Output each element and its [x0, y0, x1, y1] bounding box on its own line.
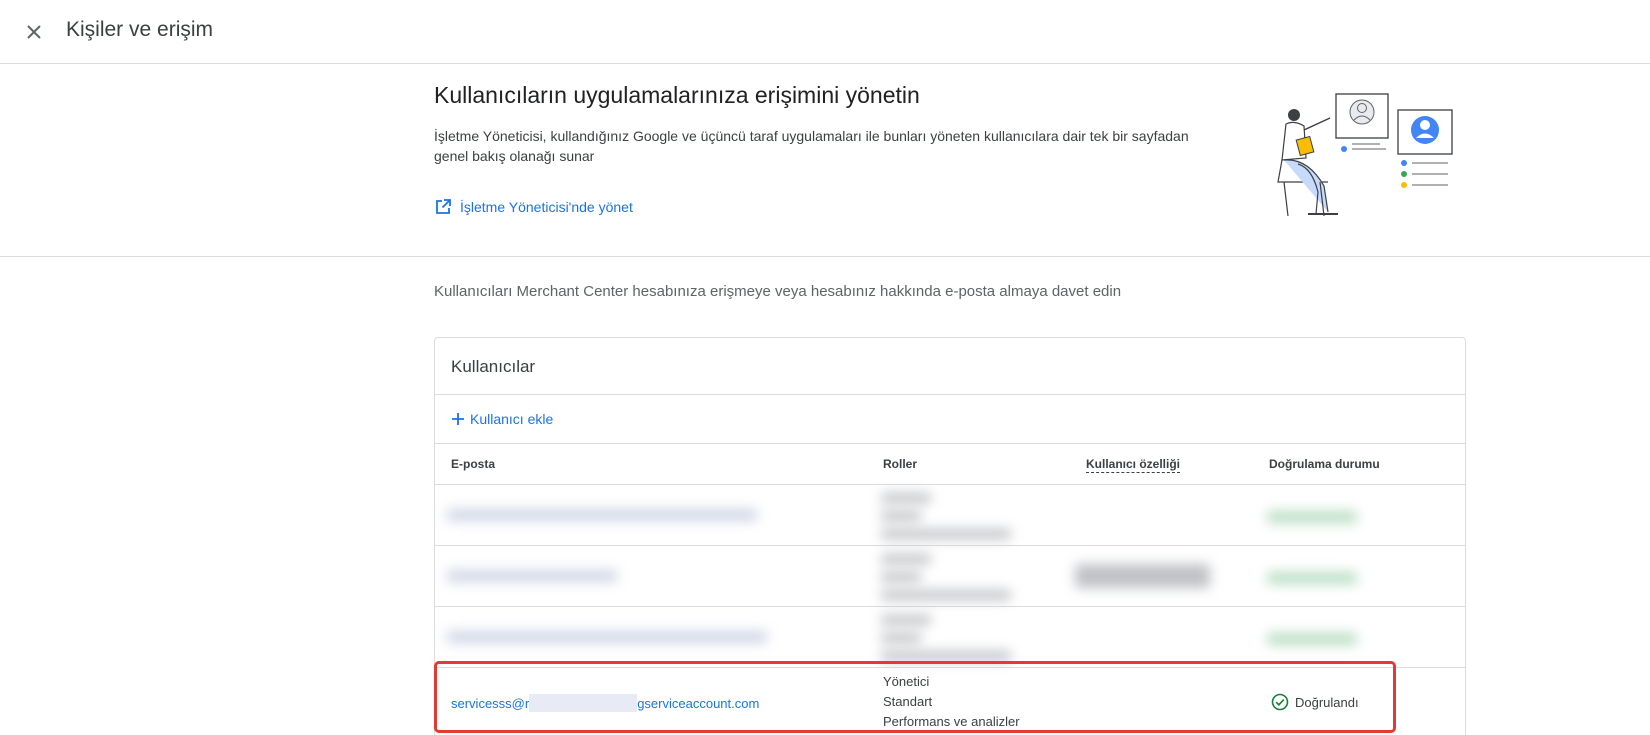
- redacted-role: [881, 511, 921, 521]
- invite-description: Kullanıcıları Merchant Center hesabınıza…: [434, 283, 1122, 300]
- redacted-email: [447, 631, 767, 643]
- redacted-role: [881, 529, 1011, 539]
- add-user-button[interactable]: Kullanıcı ekle: [450, 411, 553, 427]
- redacted-role: [881, 615, 931, 625]
- redacted-status: [1267, 572, 1357, 584]
- hero-section: Kullanıcıların uygulamalarınıza erişimin…: [0, 64, 1650, 257]
- users-card-title: Kullanıcılar: [435, 338, 1465, 395]
- redacted-role: [881, 633, 921, 643]
- redacted-role: [881, 651, 1011, 661]
- column-header-roles[interactable]: Roller: [883, 457, 917, 471]
- redacted-email: [447, 570, 617, 582]
- table-row[interactable]: [435, 607, 1465, 668]
- people-illustration: [1277, 93, 1453, 217]
- redacted-role: [881, 572, 921, 582]
- table-row[interactable]: [435, 485, 1465, 546]
- top-bar: Kişiler ve erişim: [0, 0, 1650, 64]
- user-roles: Yönetici Standart Performans ve analizle…: [883, 672, 1020, 732]
- check-circle-icon: [1271, 693, 1289, 711]
- add-user-row: Kullanıcı ekle: [435, 395, 1465, 444]
- redacted-status: [1267, 511, 1357, 523]
- redacted-role: [881, 590, 1011, 600]
- close-icon: [27, 25, 41, 39]
- redacted-email: [447, 509, 757, 521]
- plus-icon: [452, 413, 464, 425]
- redacted-attribute: [1075, 564, 1210, 588]
- redacted-role: [881, 554, 931, 564]
- verification-status: Doğrulandı: [1271, 693, 1359, 711]
- hero-title: Kullanıcıların uygulamalarınıza erişimin…: [434, 82, 920, 108]
- column-header-verification-status[interactable]: Doğrulama durumu: [1269, 457, 1380, 471]
- user-email-suffix: gserviceaccount.com: [637, 695, 760, 711]
- redacted-email-part: [529, 694, 638, 712]
- user-email-link[interactable]: servicesss@r gserviceaccount.com: [451, 694, 759, 712]
- role-item: Standart: [883, 694, 933, 709]
- hero-description: İşletme Yöneticisi, kullandığınız Google…: [434, 128, 1189, 164]
- redacted-role: [881, 493, 931, 503]
- close-button[interactable]: [18, 16, 50, 48]
- users-card: Kullanıcılar Kullanıcı ekle E-posta Roll…: [434, 337, 1466, 735]
- table-header: E-posta Roller Kullanıcı özelliği Doğrul…: [435, 444, 1465, 485]
- table-row[interactable]: [435, 546, 1465, 607]
- role-item: Performans ve analizler: [883, 714, 1020, 729]
- page-title: Kişiler ve erişim: [66, 18, 214, 41]
- column-header-user-attribute[interactable]: Kullanıcı özelliği: [1086, 457, 1181, 473]
- add-user-label: Kullanıcı ekle: [470, 411, 554, 427]
- status-label: Doğrulandı: [1295, 694, 1359, 710]
- user-email-prefix: servicesss@r: [451, 695, 530, 711]
- role-item: Yönetici: [883, 674, 930, 689]
- column-header-email[interactable]: E-posta: [451, 457, 495, 471]
- manage-in-business-manager-link[interactable]: İşletme Yöneticisi'nde yönet: [434, 198, 633, 216]
- manage-link-label: İşletme Yöneticisi'nde yönet: [460, 199, 633, 215]
- table-row[interactable]: servicesss@r gserviceaccount.com Yönetic…: [435, 668, 1465, 735]
- open-in-new-icon: [436, 199, 451, 214]
- redacted-status: [1267, 633, 1357, 645]
